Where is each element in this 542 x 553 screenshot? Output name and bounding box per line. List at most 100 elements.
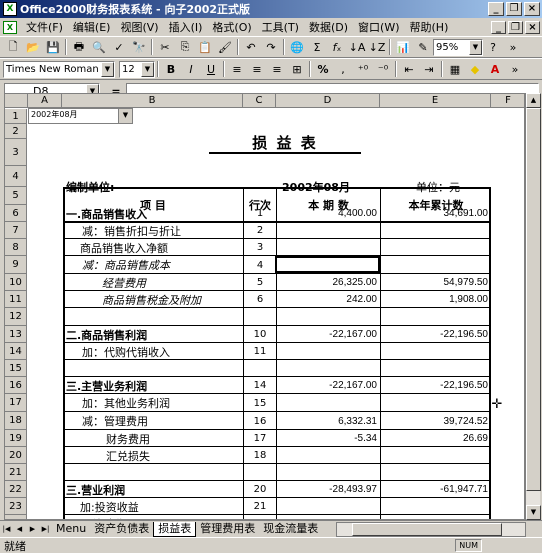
align-right-icon[interactable]: ≡ xyxy=(267,60,287,78)
font-name-select[interactable]: Times New Roman ▼ xyxy=(3,60,115,78)
row-current-amount[interactable]: -5.34 xyxy=(276,430,380,447)
horizontal-scroll-thumb[interactable] xyxy=(352,522,502,536)
worksheet[interactable]: A B C D E F 1 2 3 4 5 6 7 8 9 10 11 12 13 14 15 16 17 18 1… xyxy=(4,93,525,520)
fill-color-icon[interactable]: ◆ xyxy=(465,60,485,78)
row-ytd-amount[interactable]: 1,908.00 xyxy=(380,291,491,308)
redo-icon[interactable]: ↷ xyxy=(261,38,281,56)
column-header-b[interactable]: B xyxy=(62,94,243,108)
row-header[interactable]: 1 xyxy=(5,109,27,124)
doc-minimize-button[interactable]: _ xyxy=(491,20,506,34)
menu-tools[interactable]: 工具(T) xyxy=(257,19,304,35)
row-ytd-amount[interactable]: 34,691.00 xyxy=(380,205,491,222)
doc-close-button[interactable]: × xyxy=(525,20,540,34)
row-ytd-amount[interactable]: 54,979.50 xyxy=(380,274,491,291)
row-current-amount[interactable] xyxy=(276,343,380,360)
row-header[interactable]: 12 xyxy=(5,308,27,326)
horizontal-scrollbar[interactable] xyxy=(336,521,526,537)
row-header[interactable]: 7 xyxy=(5,222,27,239)
borders-icon[interactable]: ▦ xyxy=(445,60,465,78)
row-ytd-amount[interactable] xyxy=(380,239,491,256)
row-current-amount[interactable] xyxy=(276,498,380,515)
help-icon[interactable]: ? xyxy=(483,38,503,56)
italic-icon[interactable]: I xyxy=(181,60,201,78)
find-icon[interactable]: 🔭 xyxy=(129,38,149,56)
row-header[interactable]: 14 xyxy=(5,343,27,360)
function-icon[interactable]: fₓ xyxy=(327,38,347,56)
chevron-down-icon[interactable]: ▼ xyxy=(101,61,114,77)
sort-asc-icon[interactable]: ↓A xyxy=(347,38,367,56)
copy-icon[interactable]: ⎘ xyxy=(175,38,195,56)
hyperlink-icon[interactable]: 🌐 xyxy=(287,38,307,56)
row-ytd-amount[interactable] xyxy=(380,343,491,360)
row-ytd-amount[interactable]: 26.69 xyxy=(380,430,491,447)
row-current-amount[interactable]: 242.00 xyxy=(276,291,380,308)
tab-admin-expenses[interactable]: 管理费用表 xyxy=(196,522,259,537)
row-header[interactable]: 3 xyxy=(5,139,27,166)
first-sheet-icon[interactable]: |◀ xyxy=(0,523,13,536)
row-current-amount[interactable] xyxy=(276,394,380,412)
tab-income-statement[interactable]: 损益表 xyxy=(153,521,197,537)
row-header[interactable]: 8 xyxy=(5,239,27,256)
row-header[interactable]: 11 xyxy=(5,291,27,308)
row-header[interactable]: 9 xyxy=(5,256,27,274)
menu-data[interactable]: 数据(D) xyxy=(304,19,353,35)
menu-view[interactable]: 视图(V) xyxy=(115,19,163,35)
spelling-icon[interactable]: ✓ xyxy=(109,38,129,56)
tab-menu[interactable]: Menu xyxy=(52,522,90,537)
chevron-down-icon[interactable]: ▼ xyxy=(469,39,482,55)
row-current-amount[interactable] xyxy=(276,447,380,464)
row-ytd-amount[interactable] xyxy=(380,308,491,326)
row-header[interactable]: 16 xyxy=(5,377,27,394)
row-current-amount[interactable] xyxy=(276,308,380,326)
row-header[interactable]: 4 xyxy=(5,166,27,187)
underline-icon[interactable]: U xyxy=(201,60,221,78)
chevron-down-icon[interactable]: ▼ xyxy=(141,61,154,77)
row-header[interactable]: 2 xyxy=(5,124,27,139)
row-ytd-amount[interactable]: -61,947.71 xyxy=(380,481,491,498)
row-current-amount[interactable] xyxy=(276,360,380,377)
vertical-scrollbar[interactable]: ▲ ▼ xyxy=(525,93,541,520)
row-header[interactable]: 15 xyxy=(5,360,27,377)
last-sheet-icon[interactable]: ▶| xyxy=(39,523,52,536)
open-icon[interactable]: 📂 xyxy=(23,38,43,56)
row-ytd-amount[interactable]: -22,196.50 xyxy=(380,377,491,394)
chart-wizard-icon[interactable]: 📊 xyxy=(393,38,413,56)
row-current-amount[interactable] xyxy=(276,222,380,239)
comma-style-icon[interactable]: , xyxy=(333,60,353,78)
selected-cell-d8[interactable] xyxy=(275,256,380,273)
scroll-up-icon[interactable]: ▲ xyxy=(526,93,541,108)
row-ytd-amount[interactable] xyxy=(380,498,491,515)
row-ytd-amount[interactable] xyxy=(380,464,491,481)
row-header[interactable]: 18 xyxy=(5,412,27,430)
column-header-f[interactable]: F xyxy=(491,94,524,108)
row-current-amount[interactable] xyxy=(276,464,380,481)
align-left-icon[interactable]: ≡ xyxy=(227,60,247,78)
save-icon[interactable]: 💾 xyxy=(43,38,63,56)
zoom-select[interactable]: 95% ▼ xyxy=(433,38,483,56)
toolbar-options-icon[interactable]: » xyxy=(503,38,523,56)
minimize-button[interactable]: _ xyxy=(488,2,504,16)
column-header-d[interactable]: D xyxy=(276,94,380,108)
period-dropdown[interactable]: 2002年08月 ▼ xyxy=(28,108,133,124)
row-header[interactable]: 6 xyxy=(5,205,27,222)
chevron-down-icon[interactable]: ▼ xyxy=(118,109,132,123)
row-ytd-amount[interactable] xyxy=(380,222,491,239)
row-header[interactable]: 19 xyxy=(5,430,27,447)
percent-icon[interactable]: % xyxy=(313,60,333,78)
increase-decimal-icon[interactable]: ⁺⁰ xyxy=(353,60,373,78)
undo-icon[interactable]: ↶ xyxy=(241,38,261,56)
row-header[interactable]: 10 xyxy=(5,274,27,291)
cut-icon[interactable]: ✂ xyxy=(155,38,175,56)
row-current-amount[interactable] xyxy=(276,239,380,256)
print-preview-icon[interactable]: 🔍 xyxy=(89,38,109,56)
menu-window[interactable]: 窗口(W) xyxy=(353,19,404,35)
prev-sheet-icon[interactable]: ◀ xyxy=(13,523,26,536)
row-ytd-amount[interactable] xyxy=(380,447,491,464)
row-current-amount[interactable]: 4,400.00 xyxy=(276,205,380,222)
close-button[interactable]: × xyxy=(524,2,540,16)
menu-format[interactable]: 格式(O) xyxy=(207,19,256,35)
row-header[interactable]: 20 xyxy=(5,447,27,464)
menu-file[interactable]: 文件(F) xyxy=(21,19,68,35)
select-all-corner[interactable] xyxy=(5,94,28,108)
menu-insert[interactable]: 插入(I) xyxy=(164,19,208,35)
